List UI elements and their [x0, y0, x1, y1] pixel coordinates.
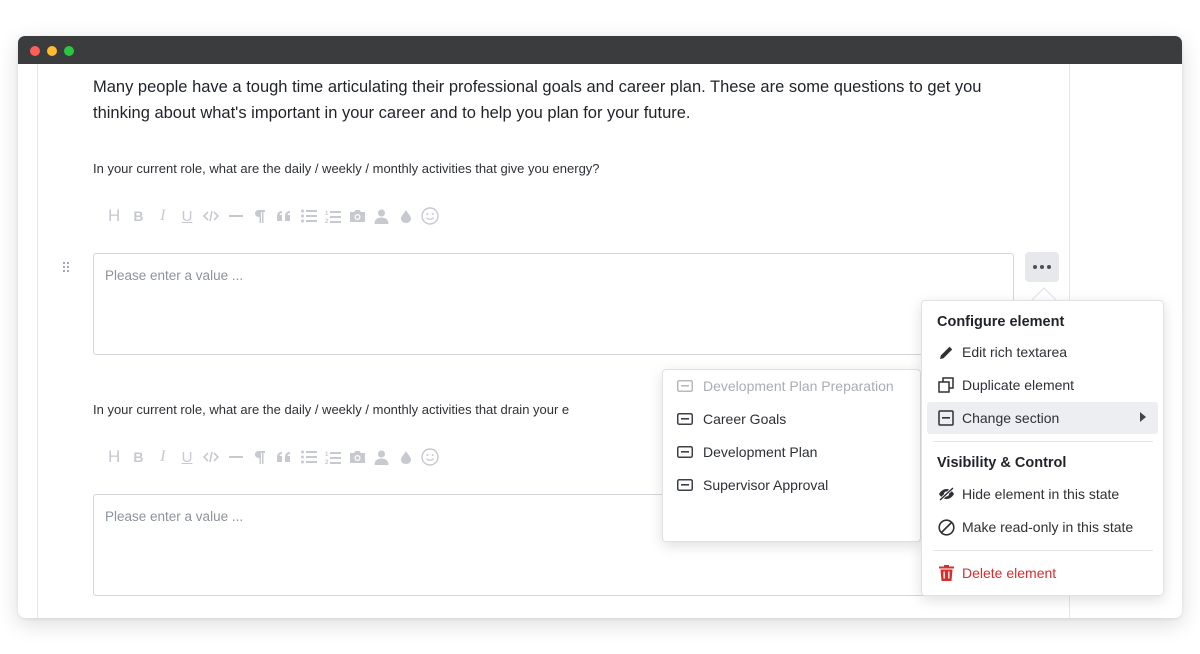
submenu-item-label: Career Goals [703, 411, 787, 427]
zoom-window-button[interactable] [64, 46, 74, 56]
svg-text:1: 1 [325, 452, 329, 458]
bold-icon[interactable]: B [126, 447, 150, 467]
menu-item-label: Edit rich textarea [962, 344, 1068, 360]
menu-divider [933, 550, 1153, 551]
hide-element-item[interactable]: Hide element in this state [927, 478, 1158, 510]
trash-icon [937, 564, 955, 582]
svg-text:2: 2 [325, 460, 329, 465]
form-canvas: Many people have a tough time articulati… [18, 64, 1182, 618]
image-icon[interactable] [345, 206, 369, 226]
heading-icon[interactable]: H [102, 447, 126, 467]
submenu-item-development-plan[interactable]: Development Plan [663, 437, 920, 467]
section-icon [677, 445, 695, 459]
svg-text:2: 2 [325, 219, 329, 224]
minimize-window-button[interactable] [47, 46, 57, 56]
drop-icon[interactable] [394, 447, 418, 467]
heading-icon[interactable]: H [102, 206, 126, 226]
bullet-list-icon[interactable] [296, 447, 320, 467]
paragraph-icon[interactable] [248, 206, 272, 226]
duplicate-icon [937, 376, 955, 394]
configure-heading: Configure element [937, 314, 1065, 330]
menu-divider [933, 441, 1153, 442]
configure-element-menu: Configure element Edit rich textarea Dup… [921, 300, 1164, 596]
visibility-heading: Visibility & Control [937, 455, 1067, 471]
submenu-item-supervisor-approval[interactable]: Supervisor Approval [663, 470, 920, 500]
delete-element-item[interactable]: Delete element [927, 557, 1158, 589]
more-options-button[interactable] [1025, 252, 1059, 282]
submenu-arrow-icon [1140, 412, 1146, 422]
change-section-item[interactable]: Change section [927, 402, 1158, 434]
question-label: In your current role, what are the daily… [93, 161, 600, 176]
make-read-only-item[interactable]: Make read-only in this state [927, 511, 1158, 543]
rich-textarea[interactable]: Please enter a value ... [93, 253, 1014, 355]
submenu-item-label: Development Plan [703, 444, 818, 460]
emoji-icon[interactable] [418, 206, 442, 226]
horizontal-rule-icon[interactable] [223, 447, 247, 467]
submenu-item-career-goals[interactable]: Career Goals [663, 404, 920, 434]
submenu-item-development-plan-preparation: Development Plan Preparation [663, 371, 920, 401]
submenu-item-label: Development Plan Preparation [703, 378, 894, 394]
underline-icon[interactable]: U [175, 206, 199, 226]
italic-icon[interactable]: I [151, 206, 175, 226]
horizontal-rule-icon[interactable] [223, 206, 247, 226]
section-icon [937, 409, 955, 427]
textarea-placeholder: Please enter a value ... [105, 509, 244, 524]
app-window: Many people have a tough time articulati… [18, 36, 1182, 618]
section-icon [677, 379, 695, 393]
section-icon [677, 478, 695, 492]
more-dot [1033, 265, 1037, 269]
paragraph-icon[interactable] [248, 447, 272, 467]
question-label: In your current role, what are the daily… [93, 402, 570, 417]
bullet-list-icon[interactable] [296, 206, 320, 226]
menu-item-label: Change section [962, 410, 1060, 426]
edit-rich-textarea-item[interactable]: Edit rich textarea [927, 336, 1158, 368]
blockquote-icon[interactable] [272, 206, 296, 226]
eye-slash-icon [937, 485, 955, 503]
left-divider [37, 64, 38, 618]
change-section-submenu: Development Plan Preparation Career Goal… [662, 369, 921, 542]
drag-handle-icon[interactable] [62, 261, 70, 275]
menu-item-label: Make read-only in this state [962, 519, 1134, 535]
code-icon[interactable] [199, 206, 223, 226]
image-icon[interactable] [345, 447, 369, 467]
rich-text-toolbar: H B I U 12 [102, 206, 442, 226]
more-dot [1040, 265, 1044, 269]
intro-text: Many people have a tough time articulati… [93, 78, 982, 122]
user-icon[interactable] [369, 206, 393, 226]
submenu-item-label: Supervisor Approval [703, 477, 829, 493]
ban-icon [937, 518, 955, 536]
close-window-button[interactable] [30, 46, 40, 56]
ordered-list-icon[interactable]: 12 [321, 447, 345, 467]
bold-icon[interactable]: B [126, 206, 150, 226]
duplicate-element-item[interactable]: Duplicate element [927, 369, 1158, 401]
emoji-icon[interactable] [418, 447, 442, 467]
user-icon[interactable] [369, 447, 393, 467]
more-dot [1047, 265, 1051, 269]
section-icon [677, 412, 695, 426]
title-bar [18, 36, 1182, 64]
textarea-placeholder: Please enter a value ... [105, 268, 244, 283]
underline-icon[interactable]: U [175, 447, 199, 467]
code-icon[interactable] [199, 447, 223, 467]
blockquote-icon[interactable] [272, 447, 296, 467]
rich-text-toolbar: H B I U 12 [102, 447, 442, 467]
menu-item-label: Hide element in this state [962, 486, 1120, 502]
menu-item-label: Duplicate element [962, 377, 1075, 393]
svg-text:1: 1 [325, 211, 329, 217]
ordered-list-icon[interactable]: 12 [321, 206, 345, 226]
italic-icon[interactable]: I [151, 447, 175, 467]
menu-item-label: Delete element [962, 565, 1057, 581]
drop-icon[interactable] [394, 206, 418, 226]
pencil-icon [937, 343, 955, 361]
